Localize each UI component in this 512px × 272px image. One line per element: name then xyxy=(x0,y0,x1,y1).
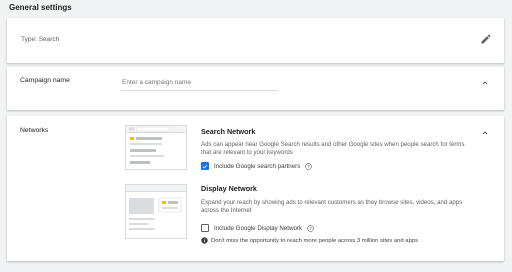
display-network-info: Don't miss the opportunity to reach more… xyxy=(201,237,418,244)
help-icon[interactable]: ? xyxy=(307,224,314,232)
chevron-up-icon[interactable] xyxy=(480,78,490,88)
help-icon[interactable]: ? xyxy=(305,162,313,170)
display-network-info-text: Don't miss the opportunity to reach more… xyxy=(211,237,419,244)
display-network-title: Display Network xyxy=(201,184,257,193)
search-network-description: Ads can appear near Google Search result… xyxy=(201,141,465,157)
campaign-name-label: Campaign name xyxy=(20,77,70,84)
search-network-title: Search Network xyxy=(201,127,256,136)
section-title: General settings xyxy=(9,3,72,12)
campaign-type-card[interactable]: Type: Search xyxy=(7,18,504,63)
campaign-type-label: Type: Search xyxy=(21,36,60,43)
display-network-illustration xyxy=(125,184,187,239)
display-network-checkbox[interactable] xyxy=(201,224,209,232)
checkmark-icon xyxy=(202,164,208,168)
networks-card: Networks Search Network Ads can appear n… xyxy=(7,116,504,261)
svg-text:?: ? xyxy=(309,225,312,230)
networks-label: Networks xyxy=(20,127,49,134)
svg-text:?: ? xyxy=(308,163,311,168)
search-partners-label: Include Google search partners xyxy=(214,162,301,170)
search-network-illustration xyxy=(125,125,187,170)
chevron-up-icon[interactable] xyxy=(480,128,490,138)
campaign-name-card: Campaign name xyxy=(7,67,504,110)
pencil-icon[interactable] xyxy=(480,33,492,45)
display-network-description: Expand your reach by showing ads to rele… xyxy=(201,199,463,215)
display-network-label: Include Google Display Network xyxy=(214,224,303,232)
info-icon xyxy=(201,237,208,244)
display-network-option: Include Google Display Network ? xyxy=(201,224,314,232)
search-partners-checkbox[interactable] xyxy=(201,162,209,170)
search-partners-option: Include Google search partners ? xyxy=(201,162,313,170)
campaign-name-input[interactable] xyxy=(121,75,278,91)
